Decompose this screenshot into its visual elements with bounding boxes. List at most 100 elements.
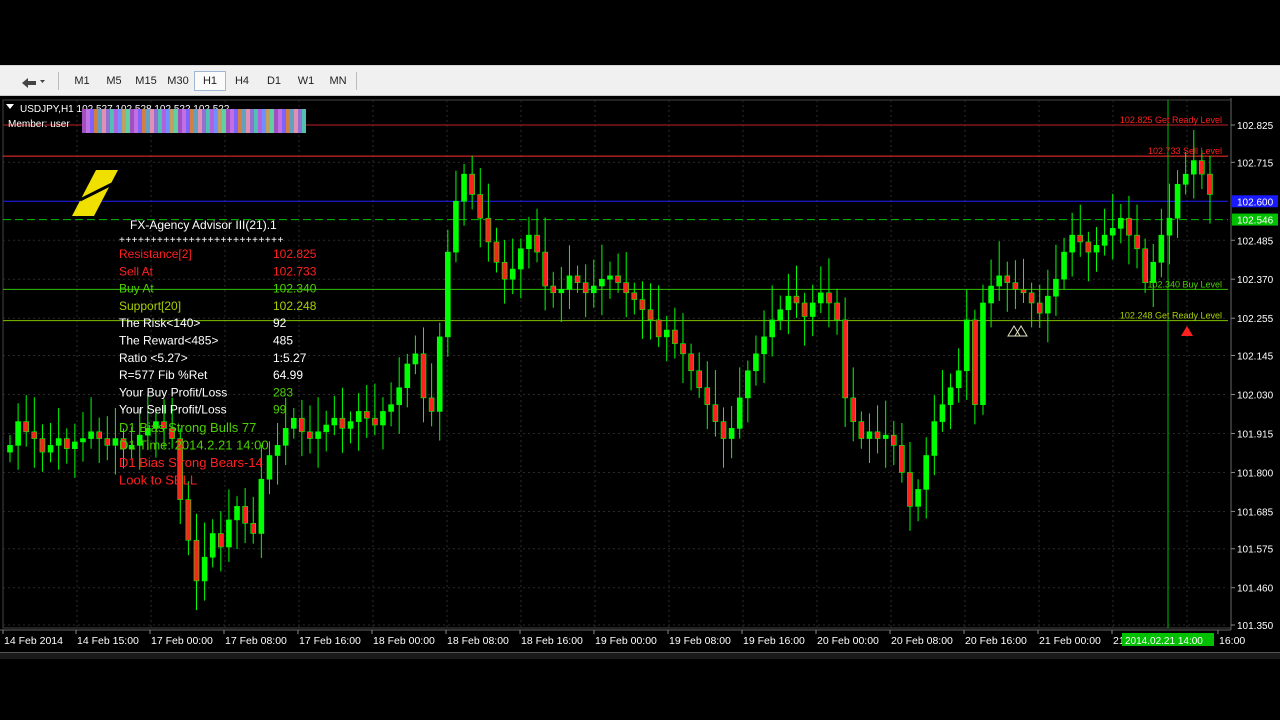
timeframe-h1-button[interactable]: H1 [194,71,226,91]
price-tick-label: 102.485 [1237,236,1274,247]
candle-body [1207,173,1213,195]
price-chart[interactable]: USDJPY,H1 102.527 102.528 102.522 102.52… [0,98,1280,658]
banner-strip [142,109,146,133]
candle-body [39,438,46,453]
candle-body [753,353,759,372]
price-tick-label: 101.350 [1237,621,1274,632]
candle-body [104,438,111,446]
banner-strip [234,109,238,133]
info-row-label: Resistance[2] [119,247,192,261]
banner-strip [138,109,142,133]
candle-body [1182,173,1189,185]
candle-body [655,319,662,338]
candle-body [809,302,816,317]
timeframe-h4-button[interactable]: H4 [226,71,258,91]
info-row-label: The Risk<140> [119,316,200,330]
banner-strip [94,109,98,133]
candle-body [355,411,362,422]
info-row-label: Sell At [119,264,154,278]
candle-body [1093,245,1100,253]
timeframe-m1-button[interactable]: M1 [66,71,98,91]
candle-body [882,434,889,439]
banner-strip [278,109,282,133]
candle-body [607,275,613,280]
timeframe-m30-button[interactable]: M30 [162,71,194,91]
candle-body [72,441,78,450]
candle-body [501,261,508,280]
banner-strip [206,109,210,133]
timeframe-m15-button[interactable]: M15 [130,71,162,91]
price-tick-label: 101.685 [1237,507,1274,518]
bias-line: D1 Time: 2014.2.21 14:00 [119,438,269,453]
info-row-label: Ratio <5.27> [119,351,188,365]
chart-tool-icon[interactable] [14,71,50,91]
candle-body [388,404,394,412]
candle-body [31,431,38,439]
candle-body [972,319,978,405]
candle-body [826,292,832,304]
banner-strip [170,109,174,133]
banner-strip [114,109,118,133]
candle-body [793,295,800,304]
timeframe-m5-button[interactable]: M5 [98,71,130,91]
candle-body [112,438,119,446]
candle-body [242,506,248,524]
candle-body [209,533,216,558]
timeframe-w1-button[interactable]: W1 [290,71,322,91]
bias-line: D1 Bias Strong Bears-14 [119,455,263,470]
banner-strip [226,109,230,133]
candle-body [728,428,735,439]
time-tick-label: 18 Feb 16:00 [521,635,583,647]
info-row-value: 1:5.27 [273,351,307,365]
banner-strip [106,109,110,133]
candle-body [339,417,346,429]
timeframe-mn-button[interactable]: MN [322,71,354,91]
candle-body [218,533,224,548]
candle-body [688,353,694,372]
info-row-label: R=577 Fib %Ret [119,368,208,382]
info-row-label: The Reward<485> [119,334,218,348]
chart-scrollbar[interactable] [0,652,1280,659]
banner-strip [118,109,122,133]
price-tick-label: 101.800 [1237,468,1274,479]
timeframe-d1-button[interactable]: D1 [258,71,290,91]
candle-body [1142,248,1148,283]
banner-strip [86,109,90,133]
banner-strip [222,109,226,133]
candle-body [680,343,686,355]
candle-body [947,387,954,405]
candle-body [234,506,240,521]
banner-strip [174,109,178,133]
candle-body [1077,234,1084,243]
candle-body [226,519,232,548]
candle-body [1061,251,1067,280]
banner-strip [194,109,198,133]
banner-strip [110,109,114,133]
bias-line: Look to SELL [119,473,197,488]
candle-body [899,445,905,473]
candle-body [1118,217,1124,229]
time-tick-label: 19 Feb 00:00 [595,635,657,647]
info-row-value: 102.825 [273,247,317,261]
candle-body [1053,278,1059,297]
current-price-tag-label: 102.600 [1237,197,1274,208]
candle-body [720,421,727,439]
candle-body [761,336,767,355]
time-tick-label: 17 Feb 00:00 [151,635,213,647]
candle-body [55,438,62,446]
price-tick-label: 101.575 [1237,545,1274,556]
candle-body [1101,234,1108,246]
candle-body [258,478,265,534]
candle-body [663,329,670,338]
candle-body [526,234,532,250]
time-tick-label: 18 Feb 00:00 [373,635,435,647]
candle-body [631,292,638,300]
time-tick-label: 17 Feb 16:00 [299,635,361,647]
banner-strip [122,109,126,133]
candle-body [347,421,354,429]
banner-strip [130,109,134,133]
current-price-tag-label: 102.546 [1237,216,1274,227]
candle-body [1020,289,1027,294]
info-row-label: Support[20] [119,299,181,313]
candle-body [493,241,500,263]
